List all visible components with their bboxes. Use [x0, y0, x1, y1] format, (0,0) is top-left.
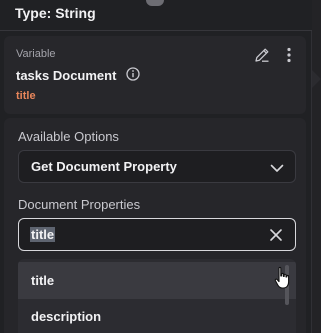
edit-icon[interactable]	[253, 46, 271, 64]
info-icon[interactable]	[126, 67, 140, 81]
variable-property: title	[16, 90, 36, 102]
available-options-select[interactable]: Get Document Property	[18, 150, 296, 183]
available-options-label: Available Options	[18, 129, 119, 144]
variable-section-label: Variable	[16, 48, 56, 60]
close-icon[interactable]	[268, 227, 284, 243]
canvas-background	[312, 0, 321, 333]
type-title: Type: String	[15, 5, 96, 21]
document-property-dropdown: title description	[18, 259, 296, 333]
dropdown-option-label: title	[31, 273, 55, 288]
variable-card[interactable]: Variable tasks Document title	[4, 36, 306, 114]
action-config-panel: Type: String Variable tasks Document tit…	[0, 0, 312, 333]
more-vert-icon[interactable]	[284, 46, 294, 64]
panel-connector	[312, 70, 321, 88]
document-property-input[interactable]: title	[18, 218, 296, 251]
document-property-input-value: title	[30, 227, 56, 242]
dropdown-option-description[interactable]: description	[18, 298, 296, 333]
dropdown-option-label: description	[31, 309, 102, 324]
chevron-down-icon	[270, 164, 284, 172]
dropdown-option-title[interactable]: title	[18, 262, 296, 299]
available-options-value: Get Document Property	[31, 159, 177, 174]
hand-pointer-cursor-icon	[274, 266, 290, 289]
document-properties-label: Document Properties	[18, 197, 141, 212]
variable-name: tasks Document	[16, 68, 117, 83]
